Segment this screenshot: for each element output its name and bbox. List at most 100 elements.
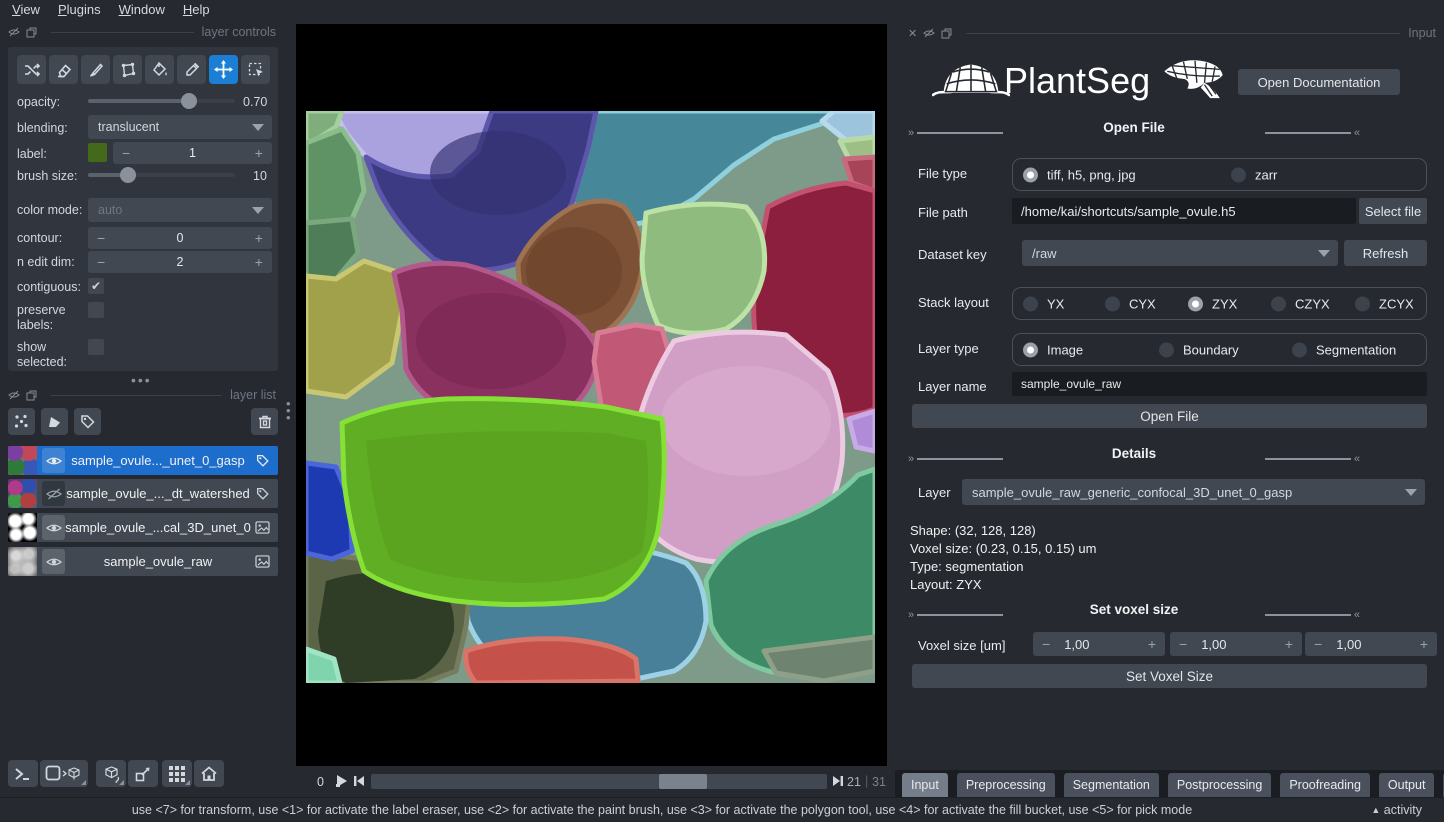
radio-icon[interactable] bbox=[1188, 296, 1203, 311]
plus-icon[interactable]: + bbox=[255, 255, 263, 269]
file-type-option-zarr[interactable]: zarr bbox=[1231, 167, 1277, 182]
pan-zoom-button[interactable] bbox=[209, 55, 238, 84]
new-points-layer-button[interactable] bbox=[8, 408, 35, 435]
layer-type-option-boundary[interactable]: Boundary bbox=[1159, 342, 1239, 357]
plus-icon[interactable]: + bbox=[255, 231, 263, 245]
new-labels-layer-button[interactable] bbox=[74, 408, 101, 435]
stack-layout-option-cyx[interactable]: CYX bbox=[1105, 296, 1156, 311]
panel-splitter-handle[interactable]: ••• bbox=[131, 372, 152, 388]
minus-icon[interactable]: − bbox=[1042, 637, 1050, 651]
label-color-swatch[interactable] bbox=[88, 143, 107, 162]
voxel-size-x-spinbox[interactable]: − 1,00 + bbox=[1305, 632, 1437, 656]
minus-icon[interactable]: − bbox=[97, 255, 105, 269]
first-frame-button[interactable] bbox=[352, 774, 366, 788]
radio-icon[interactable] bbox=[1355, 296, 1370, 311]
open-file-button[interactable]: Open File bbox=[912, 404, 1427, 428]
stack-layout-option-zcyx[interactable]: ZCYX bbox=[1355, 296, 1414, 311]
menu-plugins[interactable]: Plugins bbox=[58, 2, 101, 17]
minus-icon[interactable]: − bbox=[97, 231, 105, 245]
layer-row[interactable]: sample_ovule..._unet_0_gasp bbox=[8, 446, 278, 475]
stack-layout-option-zyx[interactable]: ZYX bbox=[1188, 296, 1237, 311]
dataset-key-dropdown[interactable]: /raw bbox=[1022, 240, 1338, 266]
layer-name-input[interactable] bbox=[1012, 372, 1427, 396]
file-type-option-tiff[interactable]: tiff, h5, png, jpg bbox=[1023, 167, 1136, 182]
hide-panel-icon[interactable] bbox=[923, 28, 935, 38]
opacity-slider[interactable] bbox=[88, 93, 235, 109]
ndisplay-toggle-button[interactable] bbox=[40, 760, 88, 787]
menu-window[interactable]: Window bbox=[119, 2, 165, 17]
new-shapes-layer-button[interactable] bbox=[41, 408, 68, 435]
color-picker-button[interactable] bbox=[177, 55, 206, 84]
blending-dropdown[interactable]: translucent bbox=[88, 115, 272, 139]
visibility-toggle[interactable] bbox=[42, 481, 65, 506]
visibility-toggle[interactable] bbox=[42, 549, 65, 574]
layer-row[interactable]: sample_ovule_..._dt_watershed bbox=[8, 479, 278, 508]
transform-button[interactable] bbox=[241, 55, 270, 84]
file-path-input[interactable] bbox=[1012, 198, 1356, 224]
activity-button[interactable]: ▲ activity bbox=[1371, 803, 1422, 817]
stack-layout-option-yx[interactable]: YX bbox=[1023, 296, 1064, 311]
close-icon[interactable]: ✕ bbox=[908, 27, 917, 40]
radio-icon[interactable] bbox=[1023, 167, 1038, 182]
menu-help[interactable]: Help bbox=[183, 2, 210, 17]
color-mode-dropdown[interactable]: auto bbox=[88, 198, 272, 222]
radio-icon[interactable] bbox=[1105, 296, 1120, 311]
voxel-size-y-spinbox[interactable]: − 1,00 + bbox=[1170, 632, 1302, 656]
layer-list-menu-handle[interactable]: ••• bbox=[286, 400, 291, 421]
tab-output[interactable]: Output bbox=[1379, 773, 1435, 797]
shuffle-colors-button[interactable] bbox=[17, 55, 46, 84]
tab-proofreading[interactable]: Proofreading bbox=[1280, 773, 1370, 797]
plus-icon[interactable]: + bbox=[255, 146, 263, 160]
transpose-dimensions-button[interactable] bbox=[128, 760, 158, 787]
plus-icon[interactable]: + bbox=[1148, 637, 1156, 651]
float-panel-icon[interactable] bbox=[26, 390, 37, 401]
show-selected-checkbox[interactable] bbox=[88, 339, 104, 355]
float-panel-icon[interactable] bbox=[26, 27, 37, 38]
viewer-canvas[interactable] bbox=[296, 24, 887, 766]
label-eraser-button[interactable] bbox=[49, 55, 78, 84]
contour-spinbox[interactable]: − 0 + bbox=[88, 227, 272, 249]
n-edit-dim-spinbox[interactable]: − 2 + bbox=[88, 251, 272, 273]
visibility-toggle[interactable] bbox=[42, 515, 65, 540]
radio-icon[interactable] bbox=[1023, 342, 1038, 357]
menu-view[interactable]: View bbox=[12, 2, 40, 17]
tab-preprocessing[interactable]: Preprocessing bbox=[957, 773, 1055, 797]
tab-postprocessing[interactable]: Postprocessing bbox=[1168, 773, 1271, 797]
radio-icon[interactable] bbox=[1231, 167, 1246, 182]
select-file-button[interactable]: Select file bbox=[1359, 198, 1427, 224]
contiguous-checkbox[interactable]: ✔ bbox=[88, 278, 104, 294]
stack-layout-option-czyx[interactable]: CZYX bbox=[1271, 296, 1330, 311]
radio-icon[interactable] bbox=[1271, 296, 1286, 311]
plus-icon[interactable]: + bbox=[1285, 637, 1293, 651]
play-button[interactable] bbox=[334, 773, 350, 789]
details-layer-dropdown[interactable]: sample_ovule_raw_generic_confocal_3D_une… bbox=[962, 479, 1425, 505]
radio-icon[interactable] bbox=[1023, 296, 1038, 311]
console-button[interactable] bbox=[8, 760, 38, 787]
hide-panel-icon[interactable] bbox=[8, 27, 20, 37]
minus-icon[interactable]: − bbox=[122, 146, 130, 160]
plus-icon[interactable]: + bbox=[1420, 637, 1428, 651]
paint-brush-button[interactable] bbox=[81, 55, 110, 84]
minus-icon[interactable]: − bbox=[1179, 637, 1187, 651]
float-panel-icon[interactable] bbox=[941, 28, 952, 39]
radio-icon[interactable] bbox=[1292, 342, 1307, 357]
delete-layer-button[interactable] bbox=[251, 408, 278, 435]
preserve-labels-checkbox[interactable] bbox=[88, 302, 104, 318]
radio-icon[interactable] bbox=[1159, 342, 1174, 357]
set-voxel-size-button[interactable]: Set Voxel Size bbox=[912, 664, 1427, 688]
layer-type-option-segmentation[interactable]: Segmentation bbox=[1292, 342, 1396, 357]
layer-row[interactable]: sample_ovule_...cal_3D_unet_0 bbox=[8, 513, 278, 542]
fill-bucket-button[interactable] bbox=[145, 55, 174, 84]
brush-size-slider[interactable] bbox=[88, 167, 235, 183]
home-reset-view-button[interactable] bbox=[194, 760, 224, 787]
tab-input[interactable]: Input bbox=[902, 773, 948, 797]
voxel-size-z-spinbox[interactable]: − 1,00 + bbox=[1033, 632, 1165, 656]
visibility-toggle[interactable] bbox=[42, 448, 65, 473]
layer-type-option-image[interactable]: Image bbox=[1023, 342, 1083, 357]
tab-segmentation[interactable]: Segmentation bbox=[1064, 773, 1159, 797]
open-documentation-button[interactable]: Open Documentation bbox=[1238, 69, 1400, 95]
frame-scrollbar-handle[interactable] bbox=[659, 774, 707, 789]
refresh-button[interactable]: Refresh bbox=[1344, 240, 1427, 266]
last-frame-button[interactable] bbox=[831, 774, 845, 788]
grid-view-button[interactable] bbox=[162, 760, 192, 787]
